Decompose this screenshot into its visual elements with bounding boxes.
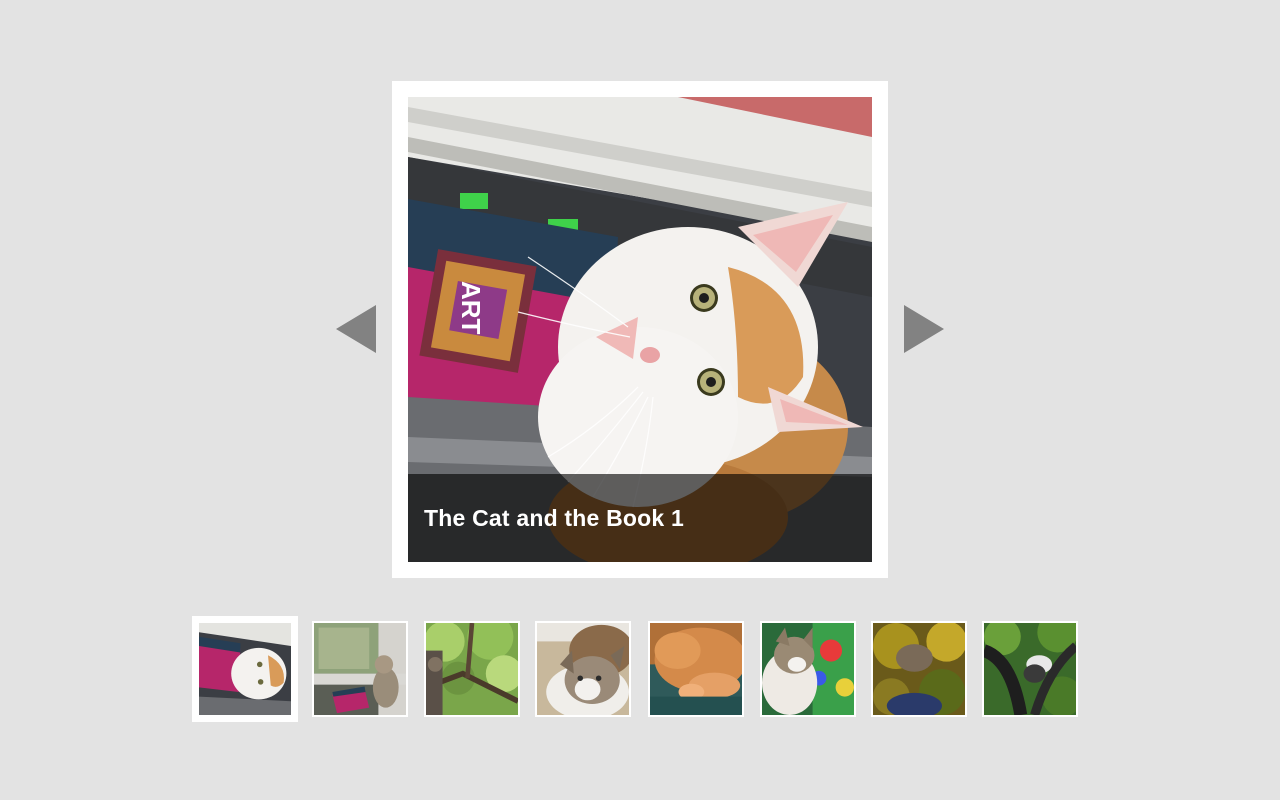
prev-arrow-button[interactable] <box>336 305 376 353</box>
next-arrow-button[interactable] <box>904 305 944 353</box>
thumbnail-3[interactable] <box>424 621 520 717</box>
thumbnail-8[interactable] <box>982 621 1078 717</box>
thumbnail-7[interactable] <box>871 621 967 717</box>
thumbnail-image <box>650 623 742 715</box>
thumbnail-1[interactable] <box>192 616 298 722</box>
thumbnail-image <box>873 623 965 715</box>
main-slide-image[interactable]: ART The Cat and the Book 1 <box>408 97 872 562</box>
thumbnail-image <box>199 623 291 715</box>
thumbnail-5[interactable] <box>648 621 744 717</box>
slide-caption: The Cat and the Book 1 <box>424 505 684 531</box>
thumbnail-image <box>984 623 1076 715</box>
thumbnail-2[interactable] <box>312 621 408 717</box>
thumbnail-6[interactable] <box>760 621 856 717</box>
thumbnail-image <box>537 623 629 715</box>
svg-text:ART: ART <box>456 281 486 335</box>
slider-stage: ART The Cat and the Book 1 <box>0 0 1280 800</box>
thumbnail-4[interactable] <box>535 621 631 717</box>
thumbnail-image <box>762 623 854 715</box>
thumbnail-image <box>314 623 406 715</box>
caption-overlay: The Cat and the Book 1 <box>408 474 872 562</box>
thumbnail-image <box>426 623 518 715</box>
main-slide-frame: ART The Cat and the Book 1 <box>392 81 888 578</box>
